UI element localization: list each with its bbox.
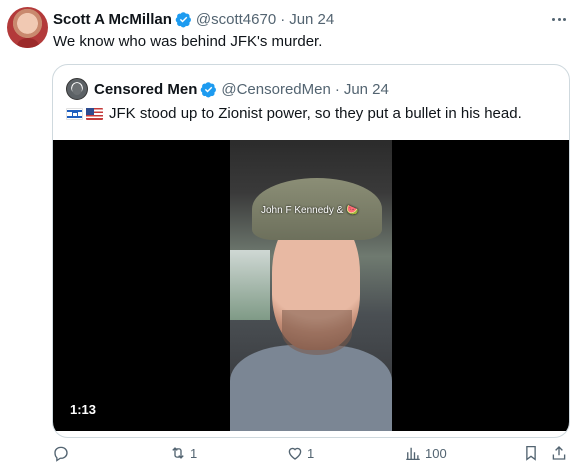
like-count: 1 xyxy=(307,445,315,461)
like-button[interactable]: 1 xyxy=(286,444,314,462)
share-icon xyxy=(552,446,566,460)
bookmark-icon xyxy=(526,445,536,461)
repost-icon xyxy=(172,447,184,459)
more-options-icon[interactable] xyxy=(548,8,570,30)
quoted-author-avatar[interactable] xyxy=(66,78,88,100)
views-button[interactable]: 100 xyxy=(404,444,447,462)
separator-dot: · xyxy=(280,10,286,28)
quoted-author-handle[interactable]: @CensoredMen xyxy=(221,81,330,98)
video-thumbnail: John F Kennedy & 🍉 xyxy=(230,140,392,431)
views-count: 100 xyxy=(425,445,447,461)
repost-button[interactable]: 1 xyxy=(169,444,197,462)
author-name[interactable]: Scott A McMillan xyxy=(53,11,172,28)
share-button[interactable] xyxy=(550,444,568,462)
action-bar: 1 1 100 xyxy=(0,444,576,462)
quoted-author-name[interactable]: Censored Men xyxy=(94,81,197,98)
reply-button[interactable] xyxy=(52,444,73,462)
repost-count: 1 xyxy=(190,445,198,461)
reply-icon xyxy=(54,446,68,462)
video-player[interactable]: John F Kennedy & 🍉 1:13 xyxy=(53,140,569,431)
quoted-date[interactable]: Jun 24 xyxy=(344,81,389,98)
verified-badge-icon xyxy=(175,11,191,27)
bookmark-button[interactable] xyxy=(522,444,540,462)
tweet-text: We know who was behind JFK's murder. xyxy=(53,33,323,50)
verified-badge-icon xyxy=(201,81,217,97)
video-duration: 1:13 xyxy=(70,402,97,417)
israel-flag-icon xyxy=(66,107,83,120)
us-flag-icon xyxy=(86,107,103,120)
quoted-text-line: JFK stood up to Zionist power, so they p… xyxy=(66,105,522,122)
author-handle[interactable]: @scott4670 xyxy=(196,11,276,28)
separator-dot: · xyxy=(334,80,340,98)
quoted-tweet[interactable]: Censored Men @CensoredMen · Jun 24 JFK s… xyxy=(52,64,570,438)
author-avatar[interactable] xyxy=(7,7,48,48)
tweet-header: Scott A McMillan @scott4670 · Jun 24 xyxy=(53,9,334,29)
heart-icon xyxy=(288,447,302,460)
quoted-header: Censored Men @CensoredMen · Jun 24 xyxy=(66,78,389,100)
views-chart-icon xyxy=(406,447,420,461)
video-overlay-text: John F Kennedy & 🍉 xyxy=(261,205,359,216)
quoted-text: JFK stood up to Zionist power, so they p… xyxy=(109,105,522,122)
tweet-date[interactable]: Jun 24 xyxy=(289,11,334,28)
